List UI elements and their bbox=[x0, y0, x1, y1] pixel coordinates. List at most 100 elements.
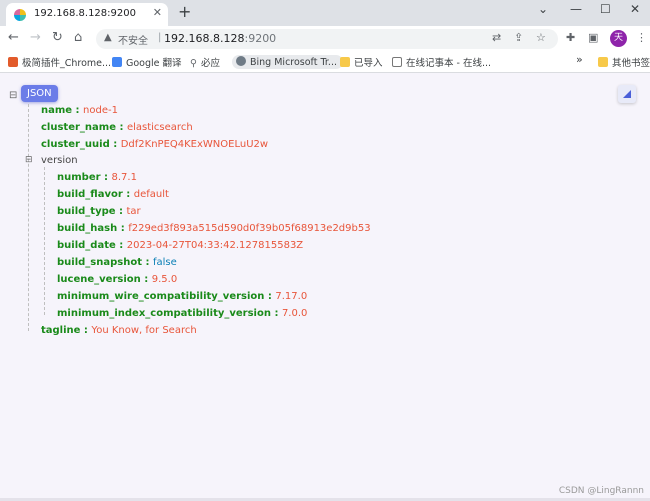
bookmarks-overflow-button[interactable]: » bbox=[576, 53, 583, 66]
bookmark-label: 极简插件_Chrome... bbox=[22, 58, 112, 69]
browser-toolbar: ← → ↻ ⌂ ▲ 不安全 | 192.168.8.128:9200 ⇄ ⇪ ☆… bbox=[0, 26, 650, 52]
extension-icon bbox=[8, 57, 18, 67]
json-field-row: number : 8.7.1 bbox=[57, 171, 137, 184]
json-string-value: default bbox=[133, 189, 169, 200]
menu-icon[interactable]: ⋮ bbox=[636, 31, 647, 44]
bookmark-label: 已导入 bbox=[354, 58, 383, 69]
url-separator: | bbox=[158, 32, 162, 43]
bookmark-item[interactable]: Google 翻译 bbox=[112, 55, 182, 69]
other-bookmarks[interactable]: 其他书签 bbox=[598, 55, 650, 69]
side-panel-icon[interactable]: ▣ bbox=[588, 31, 598, 44]
json-string-value: 7.17.0 bbox=[275, 291, 308, 302]
security-status[interactable]: 不安全 bbox=[118, 32, 148, 47]
profile-avatar[interactable]: 天 bbox=[610, 30, 627, 47]
folder-icon bbox=[340, 57, 350, 67]
json-object-row[interactable]: version bbox=[41, 154, 78, 167]
json-colon: : bbox=[142, 257, 153, 268]
bookmark-star-icon[interactable]: ☆ bbox=[536, 31, 546, 44]
home-icon[interactable]: ⌂ bbox=[74, 30, 82, 45]
close-window-button[interactable]: ✕ bbox=[630, 2, 640, 16]
json-field-row: cluster_uuid : Ddf2KnPEQ4KExWNOELuU2w bbox=[41, 138, 268, 151]
json-boolean-value: false bbox=[152, 257, 177, 268]
json-badge[interactable]: JSON bbox=[21, 85, 58, 102]
json-key: build_type bbox=[57, 206, 116, 217]
collapse-root-toggle[interactable]: ⊟ bbox=[9, 90, 17, 101]
share-icon[interactable]: ⇪ bbox=[514, 31, 523, 44]
json-colon: : bbox=[116, 122, 127, 133]
close-tab-icon[interactable]: ✕ bbox=[153, 6, 162, 19]
extensions-icon[interactable]: ✚ bbox=[566, 31, 575, 44]
json-colon: : bbox=[270, 308, 282, 319]
json-key: build_date bbox=[57, 240, 116, 251]
restore-button[interactable]: ☐ bbox=[600, 2, 611, 16]
json-key: cluster_uuid bbox=[41, 139, 110, 150]
url-text[interactable]: 192.168.8.128:9200 bbox=[164, 32, 276, 45]
json-field-row: build_snapshot : false bbox=[57, 256, 177, 269]
json-field-row: build_flavor : default bbox=[57, 188, 169, 201]
json-colon: : bbox=[72, 105, 84, 116]
json-colon: : bbox=[100, 172, 112, 183]
json-colon: : bbox=[140, 274, 152, 285]
json-string-value: 8.7.1 bbox=[111, 172, 137, 183]
json-field-row: minimum_wire_compatibility_version : 7.1… bbox=[57, 290, 307, 303]
bookmark-label: Google 翻译 bbox=[126, 58, 182, 69]
collapse-version-toggle[interactable]: ⊟ bbox=[25, 155, 33, 165]
json-key: name bbox=[41, 105, 73, 116]
json-field-row: cluster_name : elasticsearch bbox=[41, 121, 193, 134]
tab-title: 192.168.8.128:9200 bbox=[34, 8, 136, 19]
minimize-button[interactable]: — bbox=[570, 2, 582, 16]
bookmark-item[interactable]: 极简插件_Chrome... bbox=[8, 55, 111, 69]
bookmark-item[interactable]: 在线记事本 - 在线... bbox=[392, 55, 491, 69]
tab-search-icon[interactable]: ⌄ bbox=[538, 2, 548, 16]
json-field-row: build_hash : f229ed3f893a515d590d0f39b05… bbox=[57, 222, 371, 235]
json-key: build_flavor bbox=[57, 189, 123, 200]
json-colon: : bbox=[80, 325, 92, 336]
json-colon: : bbox=[115, 206, 127, 217]
collapse-corner-button[interactable] bbox=[618, 85, 636, 103]
url-host: 192.168.8.128 bbox=[164, 32, 245, 45]
json-field-row: lucene_version : 9.5.0 bbox=[57, 273, 177, 286]
json-string-value: You Know, for Search bbox=[91, 325, 197, 336]
address-bar[interactable]: ▲ 不安全 | 192.168.8.128:9200 ⇄ ⇪ ☆ bbox=[96, 29, 558, 49]
notepad-icon bbox=[392, 57, 402, 67]
json-string-value: 2023-04-27T04:33:42.127815583Z bbox=[126, 240, 304, 251]
bookmark-item[interactable]: Bing Microsoft Tr... bbox=[232, 55, 343, 69]
json-field-row: build_date : 2023-04-27T04:33:42.1278155… bbox=[57, 239, 303, 252]
json-field-row: name : node-1 bbox=[41, 104, 118, 117]
warning-icon[interactable]: ▲ bbox=[104, 32, 112, 43]
json-viewer: ⊟ JSON name : node-1 cluster_name : elas… bbox=[0, 73, 650, 501]
tree-guide-line bbox=[28, 104, 29, 331]
json-object-key: version bbox=[41, 155, 78, 166]
bing-icon bbox=[236, 56, 246, 66]
watermark: CSDN @LingRannn bbox=[558, 486, 644, 496]
new-tab-button[interactable]: + bbox=[178, 2, 191, 21]
json-key: build_hash bbox=[57, 223, 118, 234]
bookmark-item[interactable]: ⚲ 必应 bbox=[190, 55, 220, 69]
url-port: :9200 bbox=[244, 32, 277, 45]
translate-icon bbox=[112, 57, 122, 67]
json-key: number bbox=[57, 172, 101, 183]
search-icon: ⚲ bbox=[190, 58, 197, 69]
tab-strip: 192.168.8.128:9200 ✕ + ⌄ — ☐ ✕ bbox=[0, 0, 650, 26]
other-bookmarks-label: 其他书签 bbox=[612, 58, 650, 69]
json-colon: : bbox=[117, 223, 129, 234]
folder-icon bbox=[598, 57, 608, 67]
json-colon: : bbox=[115, 240, 127, 251]
json-key: lucene_version bbox=[57, 274, 141, 285]
reload-icon[interactable]: ↻ bbox=[52, 30, 63, 45]
json-string-value: 7.0.0 bbox=[281, 308, 308, 319]
json-key: tagline bbox=[41, 325, 81, 336]
json-string-value: elasticsearch bbox=[126, 122, 193, 133]
bookmark-label: Bing Microsoft Tr... bbox=[250, 57, 337, 68]
json-key: minimum_index_compatibility_version bbox=[57, 308, 271, 319]
json-string-value: node-1 bbox=[83, 105, 118, 116]
tree-guide-line bbox=[44, 167, 45, 315]
translate-page-icon[interactable]: ⇄ bbox=[492, 31, 501, 44]
back-arrow-icon[interactable]: ← bbox=[8, 30, 19, 45]
bookmark-item[interactable]: 已导入 bbox=[340, 55, 383, 69]
forward-arrow-icon[interactable]: → bbox=[30, 30, 41, 45]
json-field-row: tagline : You Know, for Search bbox=[41, 324, 197, 337]
json-field-row: build_type : tar bbox=[57, 205, 141, 218]
json-colon: : bbox=[264, 291, 276, 302]
browser-tab[interactable]: 192.168.8.128:9200 ✕ bbox=[6, 3, 168, 26]
